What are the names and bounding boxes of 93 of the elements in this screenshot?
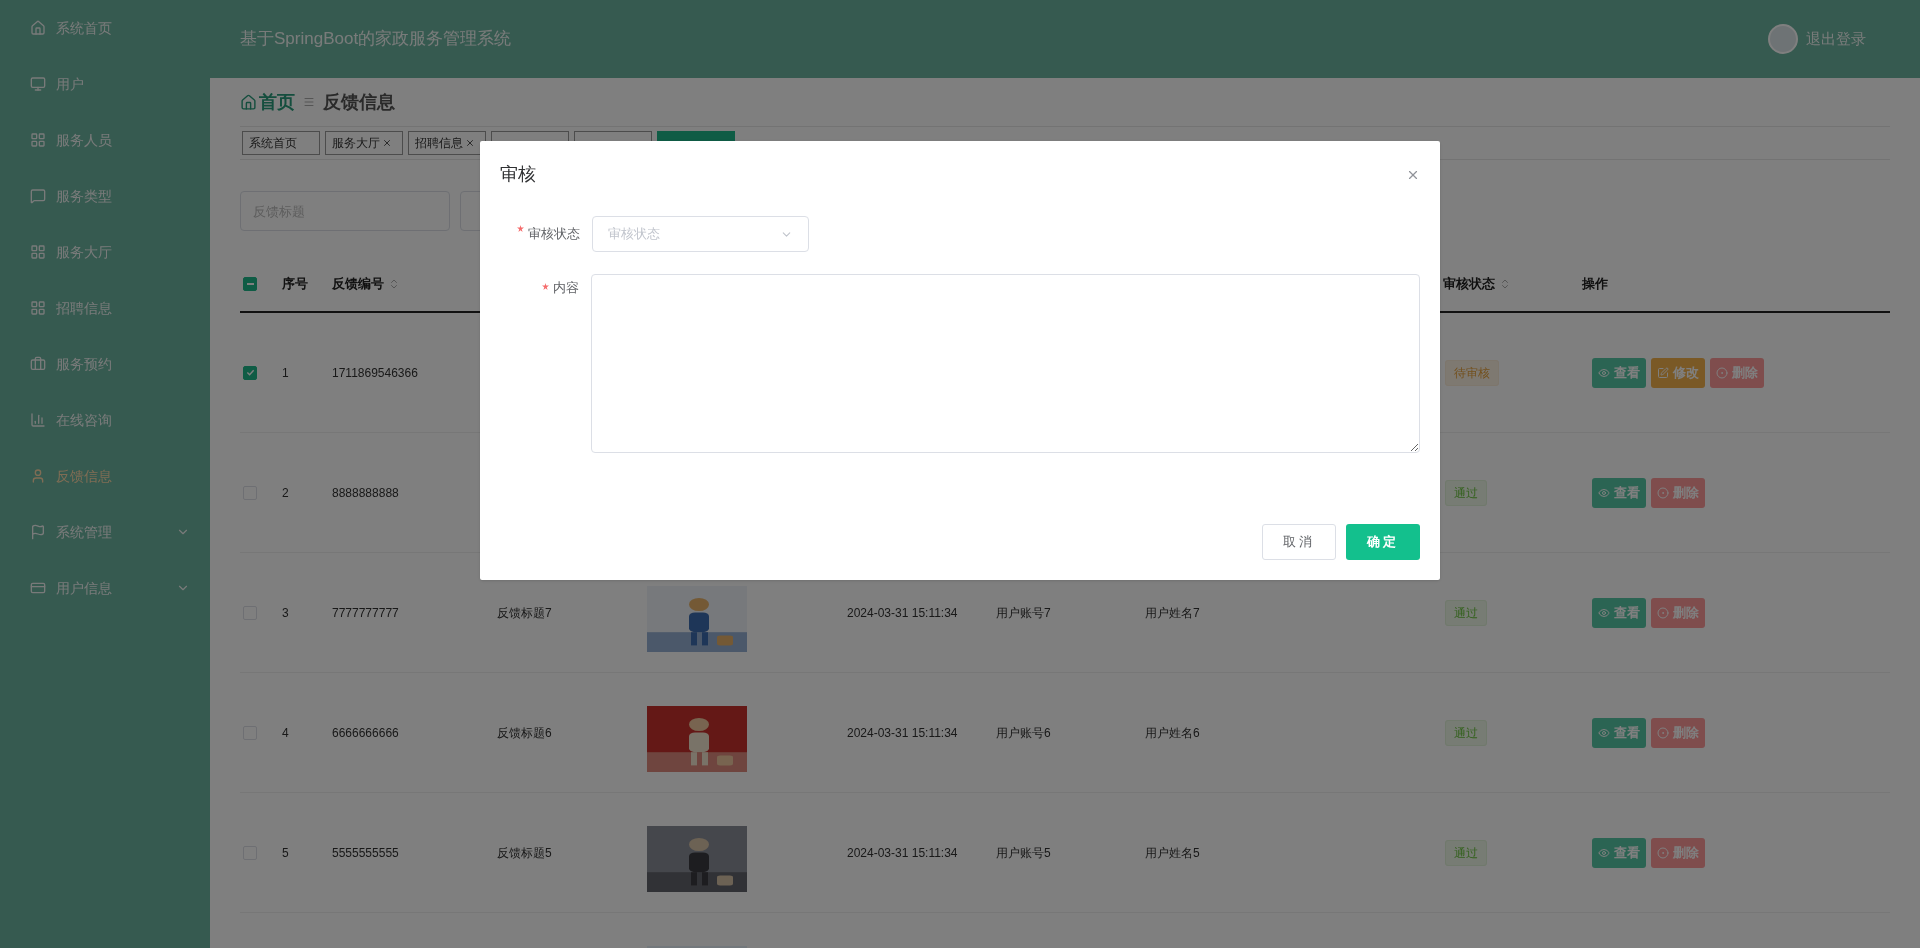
edit-button[interactable]: 修改	[1651, 357, 1705, 388]
logout-link[interactable]: 退出登录	[1806, 27, 1866, 51]
table-cell: 5	[282, 845, 289, 860]
briefcase-icon	[30, 356, 46, 372]
page-tab[interactable]: 系统首页	[242, 131, 320, 155]
sidebar-item[interactable]: 反馈信息	[0, 448, 210, 504]
row-checkbox[interactable]	[243, 365, 257, 380]
table-cell: 用户姓名6	[1145, 725, 1200, 740]
sidebar-item[interactable]: 服务大厅	[0, 224, 210, 280]
table-cell: 用户账号7	[996, 605, 1051, 620]
sort-icon[interactable]	[388, 277, 400, 290]
home-icon	[30, 20, 46, 36]
table-cell: 反馈标题7	[497, 605, 552, 620]
close-icon[interactable]	[382, 138, 392, 148]
table-cell: 用户账号5	[996, 845, 1051, 860]
table-cell: 6666666666	[332, 725, 399, 740]
column-header[interactable]: 反馈编号	[332, 273, 384, 294]
table-cell: 5555555555	[332, 845, 399, 860]
column-header: 序号	[282, 274, 308, 293]
view-button[interactable]: 查看	[1592, 357, 1646, 388]
column-header[interactable]: 审核状态	[1443, 273, 1495, 294]
circle-icon	[1657, 846, 1669, 859]
table-cell: 反馈标题5	[497, 845, 552, 860]
view-button[interactable]: 查看	[1592, 477, 1646, 508]
table-cell: 反馈标题6	[497, 725, 552, 740]
status-select[interactable]: 审核状态	[592, 216, 809, 252]
table-cell: 2024-03-31 15:11:34	[847, 605, 958, 620]
status-tag: 通过	[1445, 479, 1487, 506]
circle-icon	[1716, 366, 1728, 379]
select-all-checkbox[interactable]	[243, 276, 257, 291]
view-button[interactable]: 查看	[1592, 597, 1646, 628]
grid-icon	[30, 244, 46, 260]
table-cell: 用户姓名7	[1145, 605, 1200, 620]
table-cell: 1711869546366	[332, 365, 418, 380]
sidebar-item[interactable]: 用户信息	[0, 560, 210, 616]
sidebar-item[interactable]: 服务类型	[0, 168, 210, 224]
table-cell: 2	[282, 485, 289, 500]
column-header: 操作	[1582, 274, 1608, 293]
separator-icon	[303, 96, 315, 108]
app-title: 基于SpringBoot的家政服务管理系统	[240, 28, 512, 51]
table-cell: 2024-03-31 15:11:34	[847, 725, 958, 740]
grid-icon	[30, 132, 46, 148]
view-button[interactable]: 查看	[1592, 717, 1646, 748]
dialog-title: 审核	[500, 163, 536, 186]
table-cell: 2024-03-31 15:11:34	[847, 845, 958, 860]
confirm-button[interactable]: 确定	[1346, 524, 1420, 560]
sidebar-item[interactable]: 系统首页	[0, 0, 210, 56]
eye-icon	[1598, 726, 1610, 739]
circle-icon	[1657, 606, 1669, 619]
eye-icon	[1598, 366, 1610, 379]
eye-icon	[1598, 846, 1610, 859]
status-tag: 通过	[1445, 839, 1487, 866]
flag-icon	[30, 524, 46, 540]
sidebar-item[interactable]: 用户	[0, 56, 210, 112]
table-cell: 4	[282, 725, 289, 740]
grid-icon	[30, 300, 46, 316]
status-tag: 通过	[1445, 719, 1487, 746]
table-cell: 用户账号6	[996, 725, 1051, 740]
chat-icon	[30, 188, 46, 204]
page-tab[interactable]: 服务大厅	[325, 131, 403, 155]
circle-icon	[1657, 726, 1669, 739]
table-cell: 1	[282, 365, 289, 380]
table-cell: 8888888888	[332, 485, 399, 500]
sidebar-item[interactable]: 服务人员	[0, 112, 210, 168]
avatar	[1768, 24, 1798, 54]
sort-icon[interactable]	[1499, 277, 1511, 290]
table-cell: 用户姓名5	[1145, 845, 1200, 860]
check-icon	[245, 368, 255, 377]
close-icon[interactable]	[465, 138, 475, 148]
card-icon	[30, 580, 46, 596]
edit-icon	[1657, 366, 1669, 379]
sidebar-item[interactable]: 服务预约	[0, 336, 210, 392]
dash-icon	[246, 282, 254, 285]
bar-chart-icon	[30, 412, 46, 428]
breadcrumb-link[interactable]: 首页	[259, 88, 295, 116]
page-tab[interactable]: 招聘信息	[408, 131, 486, 155]
sidebar-item[interactable]: 在线咨询	[0, 392, 210, 448]
field-label: 审核状态	[500, 216, 580, 252]
status-tag: 待审核	[1445, 359, 1499, 386]
eye-icon	[1598, 606, 1610, 619]
cancel-button[interactable]: 取消	[1262, 524, 1336, 560]
table-cell: 3	[282, 605, 289, 620]
table-cell: 7777777777	[332, 605, 399, 620]
breadcrumb-current: 反馈信息	[323, 90, 395, 114]
home-icon	[240, 93, 257, 111]
field-label: 内容	[500, 274, 579, 302]
view-button[interactable]: 查看	[1592, 837, 1646, 868]
user-icon	[30, 468, 46, 484]
monitor-icon	[30, 76, 46, 92]
status-tag: 通过	[1445, 599, 1487, 626]
eye-icon	[1598, 486, 1610, 499]
circle-icon	[1657, 486, 1669, 499]
content-field[interactable]	[590, 274, 1420, 453]
